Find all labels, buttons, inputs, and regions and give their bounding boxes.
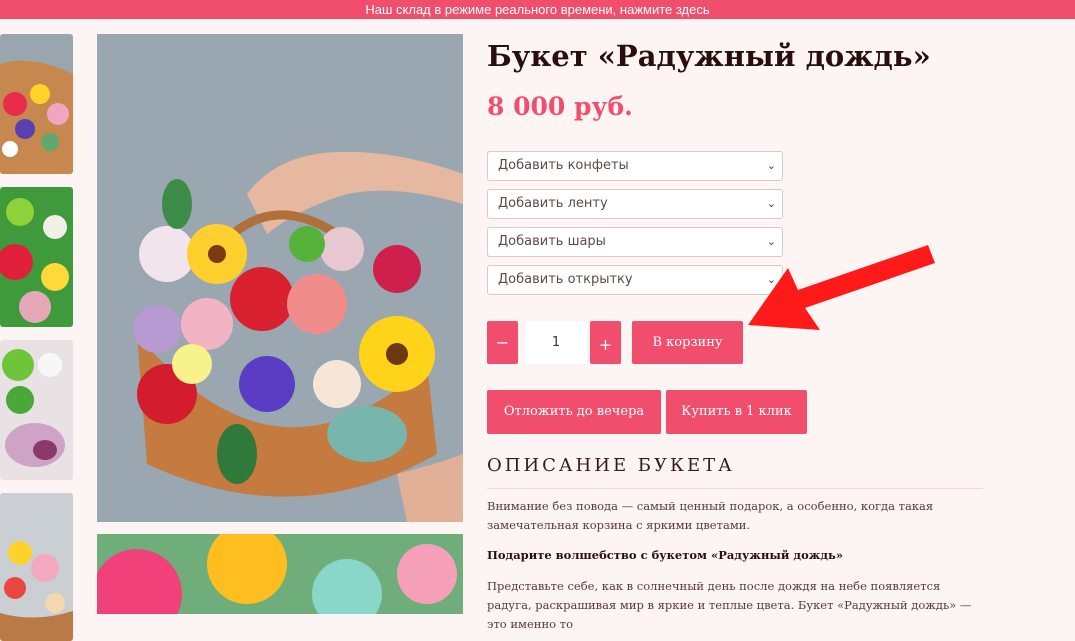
chevron-down-icon: ⌄ (766, 197, 776, 210)
quantity-decrease-button[interactable]: − (487, 321, 518, 364)
product-price: 8 000 руб. (487, 92, 633, 121)
product-title: Букет «Радужный дождь» (487, 39, 931, 73)
quantity-input[interactable]: 1 (525, 321, 587, 364)
add-ribbon-select-value: Добавить ленту (498, 196, 608, 211)
add-card-select[interactable]: Добавить открытку ⌄ (487, 265, 783, 295)
description-paragraph-1: Внимание без повода — самый ценный подар… (487, 499, 934, 532)
description-subheading: Подарите волшебство с букетом «Радужный … (487, 548, 844, 562)
add-candy-select[interactable]: Добавить конфеты ⌄ (487, 151, 783, 181)
add-balloons-select[interactable]: Добавить шары ⌄ (487, 227, 783, 257)
description-heading: ОПИСАНИЕ БУКЕТА (487, 455, 735, 476)
add-candy-select-value: Добавить конфеты (498, 158, 629, 173)
add-ribbon-select[interactable]: Добавить ленту ⌄ (487, 189, 783, 219)
description-paragraph-2: Представьте себе, как в солнечный день п… (487, 579, 972, 631)
reserve-until-evening-button[interactable]: Отложить до вечера (487, 390, 661, 434)
divider (487, 488, 983, 489)
product-main-image[interactable] (97, 34, 463, 522)
chevron-down-icon: ⌄ (766, 159, 776, 172)
add-to-cart-button[interactable]: В корзину (632, 321, 743, 364)
thumbnail-3[interactable] (0, 340, 73, 480)
quantity-increase-button[interactable]: + (590, 321, 621, 364)
buy-one-click-button[interactable]: Купить в 1 клик (666, 390, 807, 434)
thumbnail-4[interactable] (0, 493, 73, 641)
product-secondary-image[interactable] (97, 534, 463, 614)
add-balloons-select-value: Добавить шары (498, 234, 606, 249)
add-card-select-value: Добавить открытку (498, 272, 633, 287)
stock-banner-link[interactable]: Наш склад в режиме реального времени, на… (0, 0, 1075, 19)
red-annotation-arrow-icon (748, 245, 935, 330)
thumbnail-2[interactable] (0, 187, 73, 327)
thumbnail-1[interactable] (0, 34, 73, 174)
